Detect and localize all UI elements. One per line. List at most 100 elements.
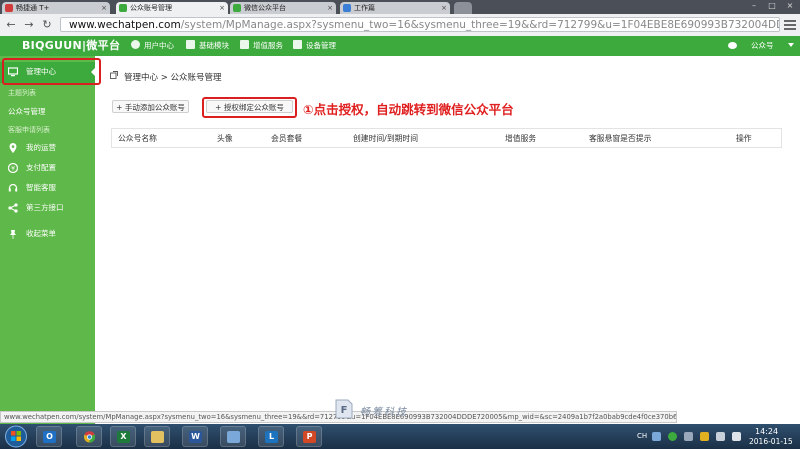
wrench-icon bbox=[293, 40, 302, 49]
tab-favicon-icon bbox=[343, 4, 351, 12]
windows-start-icon[interactable] bbox=[4, 425, 28, 448]
nav-value-added[interactable]: 增值服务 bbox=[240, 36, 283, 56]
folder-icon bbox=[151, 431, 164, 443]
app-logo[interactable]: BIQGUUN|微平台 bbox=[22, 39, 120, 53]
clock-date[interactable]: 2016-01-15 bbox=[749, 437, 793, 446]
close-icon[interactable]: × bbox=[441, 2, 447, 14]
sidebar-sub-header: 客服申请列表 bbox=[8, 126, 50, 134]
column-header: 增值服务 bbox=[505, 134, 537, 143]
browser-tab-strip: 畅捷通 T+ × 公众账号管理 × 微信公众平台 × 工作篇 × – □ × bbox=[0, 0, 800, 14]
taskbar-excel[interactable]: X bbox=[110, 426, 136, 447]
clock-time[interactable]: 14:24 bbox=[755, 427, 778, 436]
window-icon bbox=[227, 431, 240, 443]
column-header: 创建时间/到期时间 bbox=[353, 134, 419, 143]
taskbar-powerpoint[interactable]: P bbox=[296, 426, 322, 447]
tab-favicon-icon bbox=[233, 4, 241, 12]
url-host: www.wechatpen.com bbox=[69, 19, 181, 31]
column-header: 头像 bbox=[217, 134, 233, 143]
chevron-down-icon[interactable] bbox=[788, 43, 794, 47]
column-header: 客服悬窗是否提示 bbox=[589, 134, 652, 143]
nav-device-manage[interactable]: 设备管理 bbox=[293, 36, 336, 56]
app-header: BIQGUUN|微平台 用户中心 基础模块 增值服务 设备管理 公众号 bbox=[0, 36, 800, 56]
cloud-icon bbox=[728, 42, 737, 49]
browser-tab[interactable]: 工作篇 × bbox=[340, 2, 450, 14]
location-icon bbox=[9, 143, 17, 153]
taskbar-window[interactable] bbox=[220, 426, 246, 447]
outlook-icon: O bbox=[43, 431, 56, 443]
chrome-icon bbox=[84, 431, 96, 443]
sidebar-item-operations[interactable]: 我的运营 bbox=[0, 138, 95, 158]
taskbar-folder[interactable] bbox=[144, 426, 170, 447]
highlight-box bbox=[2, 58, 101, 85]
browser-menu-icon[interactable] bbox=[784, 18, 796, 32]
sidebar-item-payment[interactable]: ¥ 支付配置 bbox=[0, 158, 95, 178]
taskbar-lync[interactable]: L bbox=[258, 426, 284, 447]
watermark-text: 畅筹科技 bbox=[360, 407, 408, 418]
browser-tab-active[interactable]: 公众账号管理 × bbox=[116, 2, 228, 14]
tab-favicon-icon bbox=[5, 4, 13, 12]
input-language[interactable]: CH bbox=[637, 432, 647, 440]
column-header: 会员套餐 bbox=[271, 134, 303, 143]
watermark-logo-icon: F bbox=[335, 399, 353, 419]
highlight-box bbox=[202, 97, 297, 118]
window-close-icon[interactable]: × bbox=[782, 1, 798, 11]
excel-icon: X bbox=[117, 431, 130, 443]
taskbar: O X W L P bbox=[0, 424, 800, 449]
close-icon[interactable]: × bbox=[327, 2, 333, 14]
cart-icon bbox=[240, 40, 249, 49]
account-menu[interactable]: 公众号 bbox=[728, 36, 774, 56]
close-icon[interactable]: × bbox=[101, 2, 107, 14]
tab-favicon-icon bbox=[119, 4, 127, 12]
maximize-icon[interactable]: □ bbox=[764, 1, 780, 11]
back-arrow-icon[interactable]: ← bbox=[4, 18, 18, 32]
tray-help-icon[interactable] bbox=[652, 432, 661, 441]
address-bar[interactable]: www.wechatpen.com/system/MpManage.aspx?s… bbox=[60, 17, 780, 32]
url-path: /system/MpManage.aspx?sysmenu_two=16&sys… bbox=[180, 19, 779, 31]
column-header: 操作 bbox=[736, 134, 752, 143]
svg-text:¥: ¥ bbox=[11, 166, 15, 173]
taskbar-outlook[interactable]: O bbox=[36, 426, 62, 447]
tray-keyboard-icon[interactable] bbox=[684, 432, 693, 441]
nav-basic-modules[interactable]: 基础模块 bbox=[186, 36, 229, 56]
headset-icon bbox=[8, 183, 18, 192]
sidebar: 主题列表 公众号管理 客服申请列表 我的运营 ¥ 支付配置 智能客服 第三方接口… bbox=[0, 56, 95, 424]
add-manual-account-button[interactable]: + 手动添加公众账号 bbox=[112, 100, 189, 113]
tab-label: 畅捷通 T+ bbox=[16, 4, 50, 12]
accounts-table: 公众号名称 头像 会员套餐 创建时间/到期时间 增值服务 客服悬窗是否提示 操作 bbox=[111, 128, 782, 148]
tray-network-icon[interactable] bbox=[716, 432, 725, 441]
sidebar-item-smart-service[interactable]: 智能客服 bbox=[0, 178, 95, 198]
taskbar-word[interactable]: W bbox=[182, 426, 208, 447]
taskbar-chrome[interactable] bbox=[76, 426, 102, 447]
minimize-icon[interactable]: – bbox=[746, 1, 762, 11]
powerpoint-icon: P bbox=[303, 431, 316, 443]
svg-text:F: F bbox=[341, 405, 348, 416]
external-link-icon bbox=[110, 71, 118, 79]
browser-tab[interactable]: 微信公众平台 × bbox=[230, 2, 336, 14]
word-icon: W bbox=[189, 431, 202, 443]
nav-user-center[interactable]: 用户中心 bbox=[131, 36, 174, 56]
lync-icon: L bbox=[265, 431, 278, 443]
share-icon bbox=[8, 203, 18, 213]
tray-flag-icon[interactable] bbox=[700, 432, 709, 441]
tray-wechat-icon[interactable] bbox=[668, 432, 677, 441]
breadcrumb: 管理中心 > 公众账号管理 bbox=[124, 73, 222, 83]
tab-label: 公众账号管理 bbox=[130, 4, 172, 12]
sidebar-collapse-button[interactable]: 收起菜单 bbox=[0, 224, 95, 244]
tab-label: 工作篇 bbox=[354, 4, 375, 12]
reload-icon[interactable]: ↻ bbox=[40, 18, 54, 32]
sidebar-item-mp-manage[interactable]: 公众号管理 bbox=[8, 106, 46, 117]
tab-label: 微信公众平台 bbox=[244, 4, 286, 12]
close-icon[interactable]: × bbox=[219, 2, 225, 14]
grid-icon bbox=[186, 40, 195, 49]
tray-volume-icon[interactable] bbox=[732, 432, 741, 441]
browser-tab[interactable]: 畅捷通 T+ × bbox=[2, 2, 110, 14]
payment-icon: ¥ bbox=[8, 163, 18, 173]
column-header: 公众号名称 bbox=[118, 134, 157, 143]
new-tab-button[interactable] bbox=[454, 2, 472, 14]
active-pointer bbox=[91, 64, 99, 80]
user-center-icon bbox=[131, 40, 140, 49]
browser-toolbar: ← → ↻ www.wechatpen.com/system/MpManage.… bbox=[0, 14, 800, 37]
forward-arrow-icon[interactable]: → bbox=[22, 18, 36, 32]
instruction-callout: ①点击授权，自动跳转到微信公众平台 bbox=[303, 102, 514, 117]
sidebar-item-third-party[interactable]: 第三方接口 bbox=[0, 198, 95, 218]
